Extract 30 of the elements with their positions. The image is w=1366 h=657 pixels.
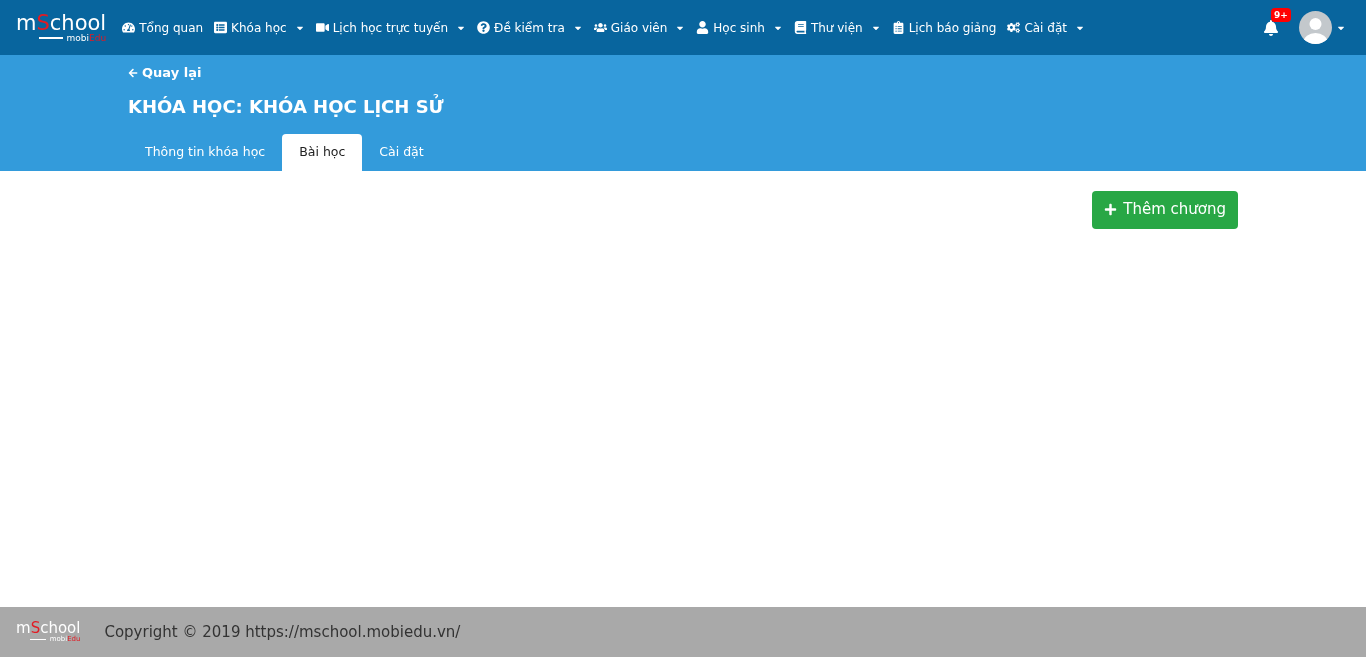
course-title: KHÓA HỌC: KHÓA HỌC LỊCH SỬ — [128, 93, 445, 119]
bell-icon — [1263, 19, 1279, 36]
user-menu[interactable] — [1299, 11, 1346, 44]
nav-item[interactable]: Giáo viên — [593, 18, 686, 37]
nav-item[interactable]: Lịch báo giảng — [891, 18, 997, 37]
question-icon — [477, 21, 491, 34]
copyright-text: Copyright © 2019 https://mschool.mobiedu.vn/ — [104, 621, 461, 643]
clipboard-icon — [891, 21, 905, 34]
user-icon — [696, 21, 710, 34]
gauge-icon — [122, 21, 136, 34]
nav-item[interactable]: Lịch học trực tuyến — [315, 18, 467, 37]
arrow-left-icon — [128, 67, 138, 78]
nav-item[interactable]: Học sinh — [696, 18, 783, 37]
nav-item[interactable]: Cài đặt — [1007, 18, 1085, 37]
notification-button[interactable] — [1263, 19, 1279, 36]
users-icon — [593, 21, 607, 34]
notification-badge: 9+ — [1271, 7, 1291, 22]
nav-item[interactable]: Khóa học — [214, 18, 305, 37]
logo[interactable]: mSchool mobiEdu — [16, 12, 107, 43]
nav-item[interactable]: Tổng quan — [122, 18, 204, 37]
tab[interactable]: Bài học — [282, 133, 363, 171]
video-camera-icon — [315, 21, 329, 34]
gears-icon — [1007, 21, 1021, 34]
plus-icon — [1104, 203, 1118, 216]
avatar-icon — [1299, 11, 1332, 44]
book-icon — [793, 21, 807, 34]
nav-item[interactable]: Thư viện — [793, 18, 881, 37]
add-chapter-button[interactable]: Thêm chương — [1092, 190, 1238, 229]
list-icon — [214, 21, 228, 34]
nav-item[interactable]: Đề kiểm tra — [477, 18, 583, 37]
